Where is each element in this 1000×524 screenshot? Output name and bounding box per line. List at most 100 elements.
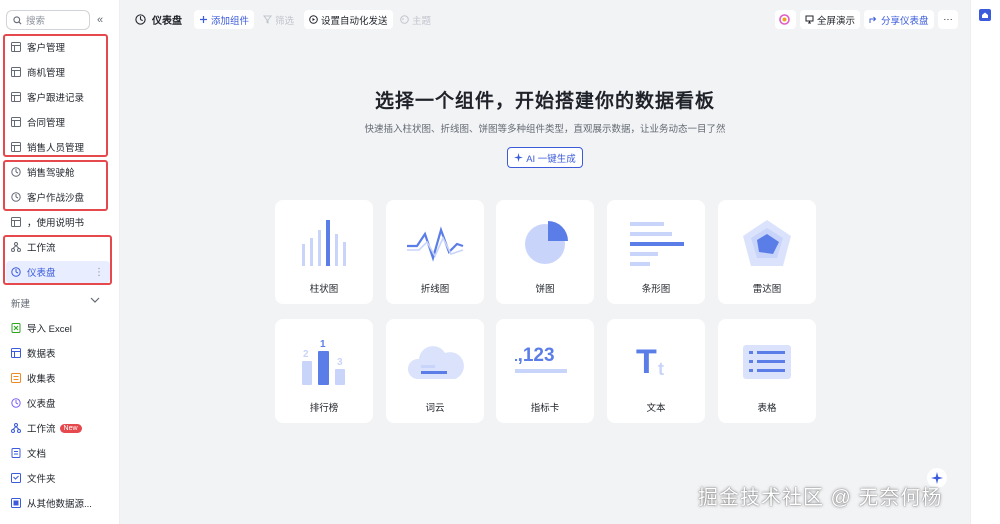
form-icon [11, 373, 21, 383]
share-label: 分享仪表盘 [881, 15, 929, 27]
folder-icon [11, 473, 21, 483]
component-label: 表格 [757, 403, 777, 414]
search-placeholder: 搜索 [26, 16, 46, 27]
share-icon [869, 16, 877, 23]
sparkle-icon [514, 153, 524, 162]
filter-label: 筛选 [275, 15, 295, 27]
rank-digit-3: 3 [337, 357, 343, 368]
more-icon: ··· [943, 14, 953, 25]
main-canvas: 仪表盘 添加组件 筛选 设置自动化发送 主题 全屏演示 分享仪表盘 ··· 选择… [120, 0, 970, 524]
search-input[interactable]: 搜索 [6, 10, 90, 30]
component-card-pie[interactable]: 饼图 [496, 200, 594, 304]
new-data-table[interactable]: 数据表 [6, 342, 110, 364]
new-import-excel[interactable]: 导入 Excel [6, 317, 110, 339]
new-item-label: 仪表盘 [27, 399, 56, 410]
new-item-label: 文件夹 [27, 474, 56, 485]
presentation-icon [805, 15, 814, 24]
page-title: 仪表盘 [135, 12, 182, 27]
new-workflow[interactable]: 工作流 New [6, 417, 110, 439]
highlight-box-workflow [3, 235, 112, 285]
table-grid-icon [743, 345, 791, 379]
component-card-ranking[interactable]: 2 1 3 排行榜 [275, 319, 373, 423]
bar-chart-icon [302, 220, 346, 266]
component-card-table[interactable]: 表格 [718, 319, 816, 423]
new-doc[interactable]: 文档 [6, 442, 110, 464]
send-icon [309, 15, 318, 24]
text-icon: T t [636, 343, 664, 381]
ai-generate-label: AI 一键生成 [526, 153, 576, 165]
theme-icon [400, 15, 409, 24]
component-card-text[interactable]: T t 文本 [607, 319, 705, 423]
fullscreen-label: 全屏演示 [817, 15, 856, 27]
component-label: 折线图 [420, 284, 450, 295]
fullscreen-button[interactable]: 全屏演示 [800, 10, 861, 29]
plus-icon [200, 16, 207, 23]
new-item-label: 导入 Excel [27, 324, 72, 335]
component-card-radar[interactable]: 雷达图 [718, 200, 816, 304]
component-label: 柱状图 [309, 284, 339, 295]
theme-label: 主题 [412, 15, 432, 27]
new-item-label: 收集表 [27, 374, 56, 385]
component-card-wordcloud[interactable]: 词云 [386, 319, 484, 423]
add-component-label: 添加组件 [211, 15, 250, 27]
new-item-label: 数据表 [27, 349, 56, 360]
highlight-box-tables [3, 34, 108, 157]
ai-assistant-button[interactable] [775, 10, 796, 29]
component-label: 词云 [425, 403, 445, 414]
hero-subtitle: 快速插入柱状图、折线图、饼图等多种组件类型，直观展示数据，让业务动态一目了然 [364, 124, 726, 135]
component-label: 排行榜 [309, 403, 339, 414]
share-button[interactable]: 分享仪表盘 [864, 10, 934, 29]
new-folder[interactable]: 文件夹 [6, 467, 110, 489]
component-card-metric[interactable]: 1,123 指标卡 [496, 319, 594, 423]
component-label: 文本 [646, 403, 666, 414]
theme-button[interactable]: 主题 [395, 10, 436, 29]
sidebar-item-label: ，使用说明书 [27, 218, 85, 229]
new-item-label: 文档 [27, 449, 47, 460]
metric-value: 1,123 [515, 345, 555, 366]
ai-generate-button[interactable]: AI 一键生成 [507, 147, 583, 168]
new-section-title: 新建 [11, 299, 31, 310]
rank-digit-1: 1 [320, 339, 326, 350]
pie-chart-icon [525, 221, 568, 264]
right-rail [970, 0, 1000, 524]
new-form[interactable]: 收集表 [6, 367, 110, 389]
metric-card-icon: 1,123 [515, 345, 567, 373]
auto-send-label: 设置自动化发送 [321, 15, 388, 27]
radar-chart-icon [743, 220, 791, 266]
highlight-box-dashboards [3, 160, 108, 211]
collapse-sidebar-icon[interactable]: « [97, 14, 103, 26]
new-dashboard[interactable]: 仪表盘 [6, 392, 110, 414]
filter-button[interactable]: 筛选 [258, 10, 299, 29]
watermark: 掘金技术社区 @ 无奈何杨 [698, 487, 943, 509]
component-label: 饼图 [535, 284, 555, 295]
doc-icon [11, 217, 21, 227]
search-icon [13, 15, 22, 24]
more-menu-button[interactable]: ··· [938, 10, 958, 29]
dashboard-icon [11, 398, 21, 408]
component-card-horizontal-bar[interactable]: 条形图 [607, 200, 705, 304]
ranking-icon: 2 1 3 [302, 339, 345, 385]
text-glyph-small: t [658, 359, 664, 379]
sidebar-item-manual[interactable]: ，使用说明书 [6, 211, 110, 233]
dashboard-icon [135, 14, 146, 25]
hero-title: 选择一个组件，开始搭建你的数据看板 [374, 91, 715, 112]
component-card-bar[interactable]: 柱状图 [275, 200, 373, 304]
component-card-line[interactable]: 折线图 [386, 200, 484, 304]
chevron-down-icon[interactable] [90, 296, 100, 306]
new-datasource[interactable]: 从其他数据源... [6, 492, 110, 514]
rank-digit-2: 2 [303, 349, 309, 360]
datasource-icon [11, 498, 21, 508]
doc-icon [11, 448, 21, 458]
text-glyph: T [636, 343, 657, 381]
workflow-icon [11, 423, 21, 433]
line-chart-icon [407, 226, 464, 262]
new-item-label: 工作流 [27, 424, 56, 435]
ai-orb-icon [778, 14, 790, 25]
home-icon[interactable] [978, 8, 992, 22]
horizontal-bar-icon [630, 222, 684, 266]
component-label: 指标卡 [530, 403, 560, 414]
page-title-text: 仪表盘 [152, 16, 182, 27]
filter-icon [263, 15, 272, 24]
auto-send-button[interactable]: 设置自动化发送 [304, 10, 393, 29]
add-component-button[interactable]: 添加组件 [194, 10, 255, 29]
